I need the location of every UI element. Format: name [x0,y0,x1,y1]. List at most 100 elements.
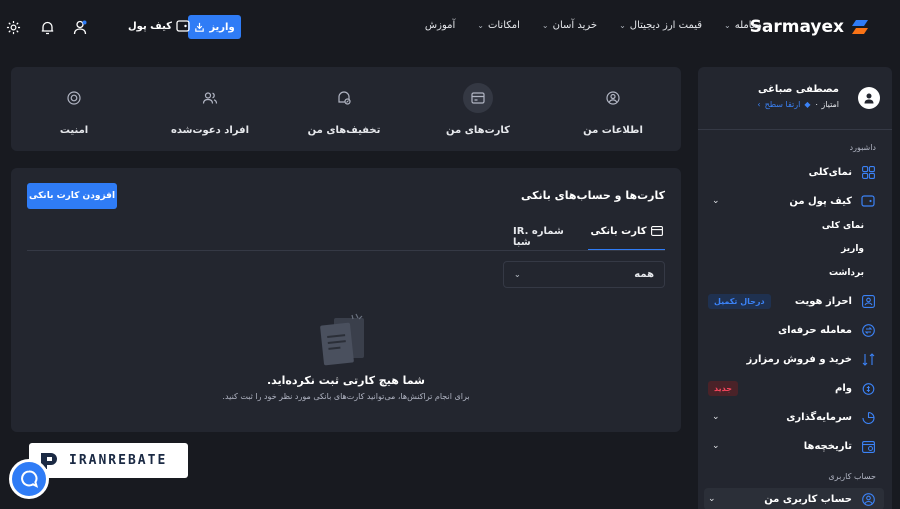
sidebar-subitem-withdraw[interactable]: برداشت [829,268,864,278]
nav-trade[interactable]: معامله ⌄ [724,20,762,31]
id-verify-icon [860,293,876,309]
gear-icon[interactable] [5,19,21,35]
nav-prices[interactable]: قیمت ارز دیجیتال ⌄ [619,20,702,31]
discount-icon [329,83,359,113]
new-badge: جدید [708,380,739,396]
upgrade-level-link[interactable]: ارتقا سطح [765,100,801,109]
shield-icon [59,83,89,113]
wallet-button[interactable]: کیف پول [128,20,190,32]
filter-select[interactable]: همه ⌄ [503,261,665,288]
empty-state-subtitle: برای انجام تراکنش‌ها، می‌توانید کارت‌های… [222,392,470,401]
profile-tabs-card: اطلاعات من کارت‌های من تخفیف‌های من افرا… [11,67,681,151]
chevron-down-icon: ⌄ [712,412,720,422]
iranrebate-watermark: IRANREBATE [29,443,188,478]
wallet-label: کیف پول [128,20,172,32]
tab-my-discounts[interactable]: تخفیف‌های من [284,83,404,136]
crypto-swap-icon [860,351,876,367]
nav-learn[interactable]: آموزش [425,20,455,31]
sidebar-item-overview[interactable]: نمای‌کلی [708,162,876,182]
sidebar-item-loan[interactable]: وام جدید [708,378,876,398]
account-section-label: حساب کاربری [828,472,876,481]
chevron-down-icon: ⌄ [619,21,626,30]
sidebar-item-label: تاریخچه‌ها [803,440,852,452]
sidebar-item-my-wallet[interactable]: کیف پول من ⌄ [708,191,876,211]
support-chat-button[interactable] [9,459,49,499]
nav-label: امکانات [487,20,520,31]
chevron-down-icon: ⌄ [514,270,521,279]
sarmayex-logo-icon [852,20,868,34]
tab-label: امنیت [59,125,89,136]
sidebar-item-buy-sell[interactable]: خرید و فروش رمزارز [708,349,876,369]
sidebar-item-my-account[interactable]: حساب کاربری من ⌄ [704,488,884,509]
chevron-down-icon: ⌄ [712,196,720,206]
tab-my-cards[interactable]: کارت‌های من [418,83,538,136]
empty-state-title: شما هیچ کارتی ثبت نکرده‌اید. [266,374,425,387]
wallet-icon [176,20,190,32]
sidebar-divider [698,129,892,130]
add-bank-card-button[interactable]: افزودن کارت بانکی [27,183,117,209]
sidebar-item-label: وام [835,382,852,394]
tab-label: اطلاعات من [583,125,643,136]
sidebar-item-label: خرید و فروش رمزارز [746,353,852,365]
card-icon [650,226,663,236]
profile-icon[interactable] [72,19,88,35]
tab-label: افراد دعوت‌شده [170,125,250,136]
tab-label: کارت بانکی [590,226,647,237]
tab-security[interactable]: امنیت [14,83,134,136]
tab-label: تخفیف‌های من [307,125,381,136]
investment-icon [860,409,876,425]
diamond-icon: ◆ [804,100,811,109]
sidebar-item-label: معامله حرفه‌ای [777,324,852,336]
chevron-down-icon: ⌄ [541,21,549,30]
chat-bubble-icon [21,470,38,488]
exchange-icon [860,322,876,338]
bank-accounts-card: کارت‌ها و حساب‌های بانکی افزودن کارت بان… [11,168,681,432]
tab-bank-card[interactable]: کارت بانکی [588,226,665,251]
chevron-down-icon: ⌄ [708,494,716,504]
empty-cards-illustration [320,313,364,366]
user-name: مصطفی صباغی [757,84,839,95]
sidebar-subitem-deposit[interactable]: واریز [841,244,864,254]
bell-icon[interactable] [39,19,55,35]
sidebar-item-investment[interactable]: سرمایه‌گذاری ⌄ [708,407,876,427]
sidebar-item-label: سرمایه‌گذاری [786,411,852,423]
user-score: ۰ امتیاز [814,100,839,109]
section-title: کارت‌ها و حساب‌های بانکی [520,189,665,202]
deposit-icon [195,22,205,32]
sidebar-item-pro-trade[interactable]: معامله حرفه‌ای [708,320,876,340]
tab-my-info[interactable]: اطلاعات من [553,83,673,136]
nav-label: قیمت ارز دیجیتال [629,20,703,31]
nav-label: خرید آسان [552,20,598,31]
main-nav: معامله ⌄ قیمت ارز دیجیتال ⌄ خرید آسان ⌄ امک… [425,20,762,31]
deposit-button[interactable]: واریز [188,15,241,39]
tab-invited-people[interactable]: افراد دعوت‌شده [150,83,270,136]
tabs-divider [27,250,665,251]
sidebar-item-history[interactable]: تاریخچه‌ها ⌄ [708,436,876,456]
nav-easy-buy[interactable]: خرید آسان ⌄ [542,20,597,31]
brand-name: Sarmayex [749,17,844,37]
grid-icon [860,164,876,180]
sidebar-item-label: کیف پول من [789,195,852,207]
sidebar-item-label: احراز هویت [794,295,852,307]
users-icon [195,83,225,113]
sidebar-item-label: نمای‌کلی [808,166,852,178]
nav-features[interactable]: امکانات ⌄ [477,20,520,31]
deposit-label: واریز [209,21,235,33]
brand-logo[interactable]: Sarmayex [750,16,870,38]
tab-label: کارت‌های من [446,125,510,136]
card-icon [463,83,493,113]
watermark-text: IRANREBATE [69,453,168,468]
sidebar-subitem-wallet-overview[interactable]: نمای کلی [822,221,864,231]
loan-icon [860,380,876,396]
sidebar-item-kyc[interactable]: احراز هویت درحال تکمیل [708,291,876,311]
status-badge: درحال تکمیل [708,293,771,309]
user-circle-icon [860,491,876,507]
tab-iban[interactable]: IR. شماره شبا [513,226,577,251]
top-bar: Sarmayex معامله ⌄ قیمت ارز دیجیتال ⌄ خرید … [0,0,900,56]
avatar[interactable] [858,87,880,109]
dashboard-section-label: داشبورد [849,143,876,152]
user-circle-icon [598,83,628,113]
chevron-down-icon: ⌄ [477,21,484,30]
wallet-icon [860,193,876,209]
filter-value: همه [634,269,654,280]
